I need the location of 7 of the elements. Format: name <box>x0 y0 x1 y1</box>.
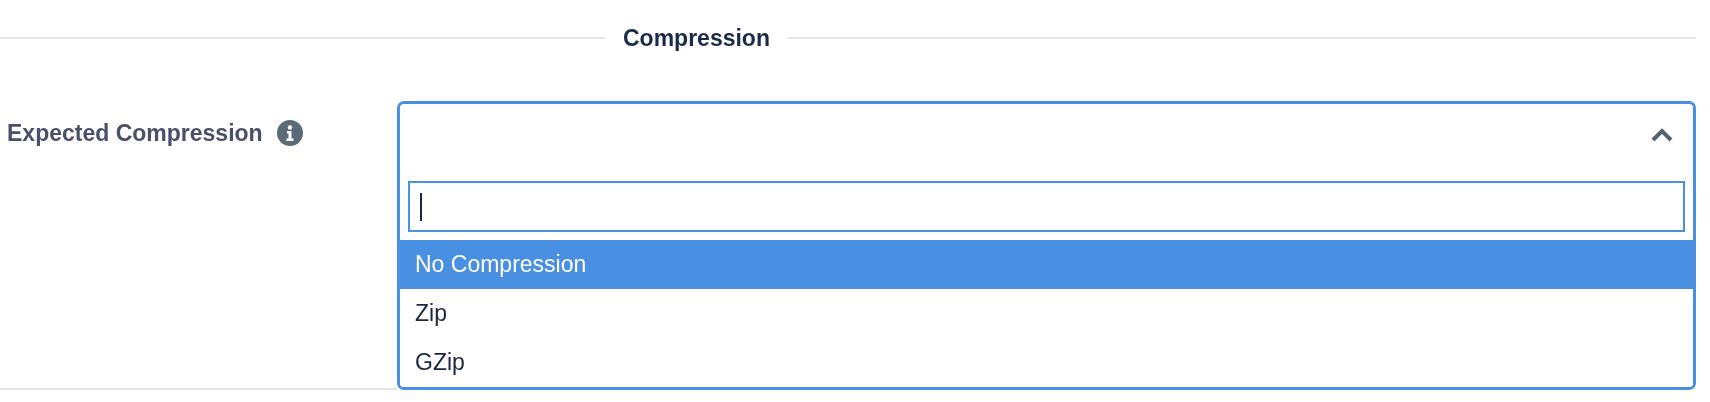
compression-dropdown[interactable]: No Compression Zip GZip <box>397 101 1696 390</box>
info-icon[interactable] <box>276 120 303 146</box>
field-label: Expected Compression <box>7 120 263 147</box>
text-cursor <box>420 193 422 221</box>
search-field[interactable] <box>408 181 1685 232</box>
section-title: Compression <box>622 24 771 52</box>
caret-icon <box>1651 128 1673 142</box>
